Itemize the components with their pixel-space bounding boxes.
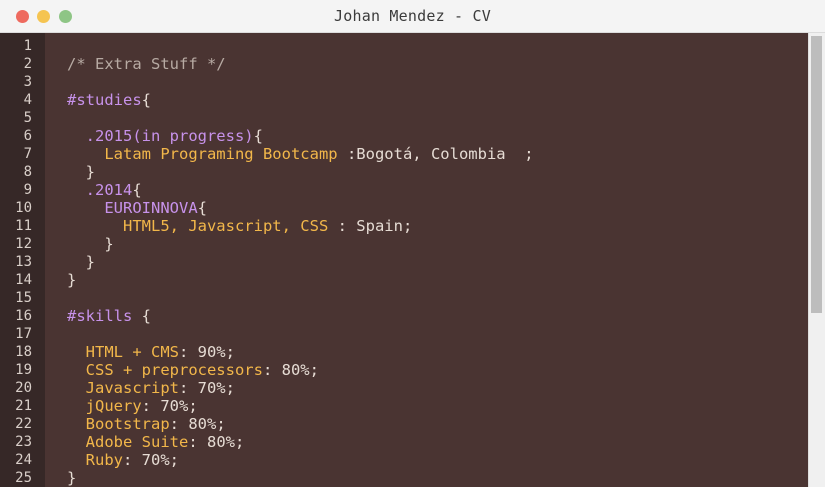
code-token: #skills — [67, 307, 142, 325]
code-token: { — [253, 127, 263, 145]
code-token: Ruby — [67, 451, 123, 469]
line-number: 2 — [23, 56, 32, 72]
line-number: 3 — [23, 74, 32, 90]
code-line: EUROINNOVA{ — [67, 199, 207, 217]
code-token: jQuery — [67, 397, 142, 415]
code-token: #studies — [67, 91, 142, 109]
line-number: 11 — [15, 218, 32, 234]
code-token: Bootstrap — [67, 415, 170, 433]
code-token: : 80%; — [188, 433, 245, 451]
line-number: 15 — [15, 290, 32, 306]
code-token: { — [132, 181, 142, 199]
code-token: Javascript — [67, 379, 179, 397]
code-token: : 80%; — [169, 415, 226, 433]
code-token: { — [141, 91, 151, 109]
line-number: 13 — [15, 254, 32, 270]
code-token: : 70%; — [178, 379, 235, 397]
line-number: 7 — [23, 146, 32, 162]
code-line: #studies{ — [67, 91, 151, 109]
code-line: Adobe Suite: 80%; — [67, 433, 245, 451]
code-token: HTML + CMS — [67, 343, 179, 361]
code-line: #skills { — [67, 307, 151, 325]
code-token: Latam Programing Bootcamp — [67, 145, 347, 163]
editor-window: Johan Mendez - CV 1 2 3 4 5 6 7 8 9 10 11 12 13 14 15 1… — [0, 0, 825, 487]
code-token: } — [67, 235, 114, 253]
line-number: 4 — [23, 92, 32, 108]
line-number-gutter: 1 2 3 4 5 6 7 8 9 10 11 12 13 14 15 16 17 18 19 20 21 22 23 24 2… — [0, 33, 45, 487]
code-line: jQuery: 70%; — [67, 397, 198, 415]
line-number: 9 — [23, 182, 32, 198]
line-number: 17 — [15, 326, 32, 342]
code-area[interactable]: /* Extra Stuff */#studies{ .2015(in prog… — [45, 33, 808, 487]
code-token: : 70%; — [141, 397, 198, 415]
line-number: 19 — [15, 362, 32, 378]
line-number: 8 — [23, 164, 32, 180]
code-token: } — [67, 163, 95, 181]
line-number: 20 — [15, 380, 32, 396]
code-line: HTML + CMS: 90%; — [67, 343, 235, 361]
code-token: : Spain; — [328, 217, 413, 235]
code-line: Ruby: 70%; — [67, 451, 179, 469]
code-line: } — [67, 271, 76, 289]
code-line: } — [67, 469, 76, 487]
code-token: } — [67, 271, 77, 289]
code-token: : 70%; — [123, 451, 179, 469]
title-bar[interactable]: Johan Mendez - CV — [0, 0, 825, 33]
line-number: 16 — [15, 308, 32, 324]
code-token: } — [67, 469, 77, 487]
code-line: Bootstrap: 80%; — [67, 415, 226, 433]
code-token: CSS + preprocessors — [67, 361, 263, 379]
code-line: .2014{ — [67, 181, 142, 199]
code-token: .2015(in progress) — [67, 127, 254, 145]
code-token: } — [67, 253, 95, 271]
line-number: 12 — [15, 236, 32, 252]
code-line: } — [67, 253, 95, 271]
code-line: Javascript: 70%; — [67, 379, 235, 397]
scrollbar-thumb[interactable] — [811, 36, 822, 313]
line-number: 23 — [15, 434, 32, 450]
code-token: : 90%; — [178, 343, 235, 361]
line-number: 5 — [23, 110, 32, 126]
line-number: 1 — [23, 38, 32, 54]
code-line: } — [67, 235, 114, 253]
code-token: Adobe Suite — [67, 433, 189, 451]
code-token: EUROINNOVA — [67, 199, 198, 217]
line-number: 10 — [15, 200, 32, 216]
code-line: .2015(in progress){ — [67, 127, 263, 145]
code-line: HTML5, Javascript, CSS : Spain; — [67, 217, 412, 235]
line-number: 18 — [15, 344, 32, 360]
code-token: .2014 — [67, 181, 133, 199]
line-number: 21 — [15, 398, 32, 414]
code-token: /* Extra Stuff */ — [67, 55, 226, 73]
line-number: 24 — [15, 452, 32, 468]
code-line: /* Extra Stuff */ — [67, 55, 226, 73]
code-token: : 80%; — [262, 361, 319, 379]
code-token: HTML5, Javascript, CSS — [67, 217, 329, 235]
line-number: 25 — [15, 470, 32, 486]
code-line: Latam Programing Bootcamp :Bogotá, Colom… — [67, 145, 534, 163]
code-line: } — [67, 163, 95, 181]
code-token: { — [141, 307, 151, 325]
line-number: 22 — [15, 416, 32, 432]
window-title: Johan Mendez - CV — [334, 7, 491, 25]
code-token: :Bogotá, Colombia ; — [346, 145, 534, 163]
code-line: CSS + preprocessors: 80%; — [67, 361, 319, 379]
code-token: { — [197, 199, 207, 217]
line-number: 14 — [15, 272, 32, 288]
line-number: 6 — [23, 128, 32, 144]
